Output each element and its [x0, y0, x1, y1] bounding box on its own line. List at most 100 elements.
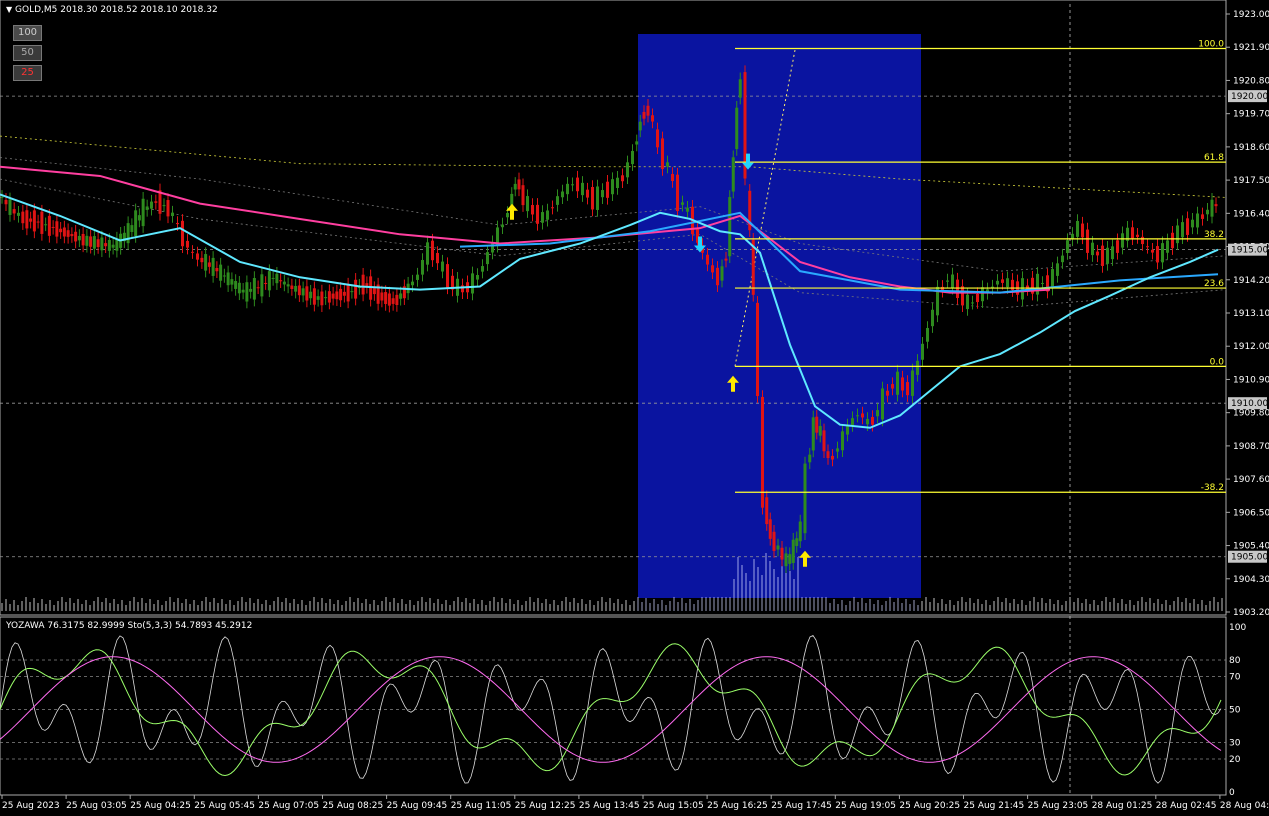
- candle-body: [309, 291, 313, 299]
- candle-body: [724, 258, 728, 261]
- candle-body: [581, 182, 584, 196]
- candle-body: [12, 209, 16, 214]
- candle-body: [335, 291, 339, 300]
- candle-body: [916, 360, 919, 375]
- candle-body: [1171, 232, 1174, 249]
- candle-body: [171, 212, 174, 217]
- candle-body: [818, 426, 822, 436]
- candle-body: [222, 275, 226, 277]
- candle-body: [911, 370, 914, 396]
- symbol-info: GOLD,M5 2018.30 2018.52 2018.10 2018.32: [15, 5, 218, 15]
- candle-body: [384, 292, 388, 304]
- candle-body: [1181, 222, 1184, 238]
- candle-body: [765, 497, 769, 525]
- fib-level-label: 23.6: [1204, 279, 1224, 289]
- zoom-50-button[interactable]: 50: [13, 45, 42, 61]
- price-axis-label: 1913.10: [1233, 309, 1269, 319]
- candle-body: [55, 221, 59, 237]
- candle-body: [77, 235, 81, 241]
- price-level-tag-label: 1910.00: [1231, 399, 1268, 409]
- candle-body: [399, 293, 403, 299]
- price-axis-label: 1905.40: [1233, 542, 1269, 552]
- candle-body: [107, 240, 111, 251]
- indicator-info: YOZAWA 76.3175 82.9999 Sto(5,3,3) 54.789…: [6, 621, 253, 631]
- candle-body: [976, 293, 979, 303]
- candle-body: [481, 266, 484, 272]
- candle-body: [200, 257, 204, 263]
- candle-body: [85, 235, 89, 246]
- zoom-25-button[interactable]: 25: [13, 65, 42, 81]
- price-axis-label: 1903.20: [1233, 608, 1269, 618]
- candle-body: [1166, 240, 1169, 253]
- time-axis-label: 25 Aug 08:25: [323, 801, 384, 811]
- candle-body: [851, 418, 854, 426]
- candle-body: [631, 150, 634, 165]
- candle-body: [331, 293, 335, 299]
- candle-body: [1106, 247, 1109, 264]
- candle-body: [4, 199, 8, 205]
- candle-body: [1056, 263, 1059, 276]
- candle-body: [191, 251, 194, 253]
- candle-body: [981, 287, 984, 302]
- candle-body: [271, 277, 275, 279]
- candle-body: [286, 284, 290, 287]
- candle-body: [866, 418, 869, 425]
- zoom-100-label: 100: [17, 27, 38, 38]
- candle-body: [772, 531, 776, 551]
- candle-body: [316, 296, 320, 300]
- candle-body: [506, 212, 509, 218]
- candle-body: [784, 553, 788, 567]
- candle-body: [237, 282, 241, 294]
- candle-body: [486, 252, 489, 265]
- candle-body: [886, 390, 889, 396]
- menu-triangle-icon[interactable]: ▼: [6, 5, 12, 14]
- candle-body: [1121, 233, 1124, 248]
- price-axis-label: 1906.50: [1233, 508, 1269, 518]
- price-axis-label: 1914.20: [1233, 276, 1269, 286]
- candle-body: [327, 291, 331, 303]
- oscillator-axis-label: 50: [1229, 706, 1241, 716]
- candle-body: [150, 201, 153, 209]
- candle-body: [716, 267, 719, 286]
- time-axis-label: 25 Aug 2023: [2, 801, 60, 811]
- candle-body: [926, 328, 929, 342]
- candle-body: [591, 186, 594, 210]
- candle-body: [846, 425, 849, 435]
- candle-body: [391, 298, 395, 304]
- candle-body: [372, 288, 376, 295]
- candle-body: [711, 265, 714, 273]
- candle-body: [946, 280, 949, 282]
- candle-body: [646, 105, 650, 116]
- candle-body: [761, 396, 764, 508]
- candle-body: [361, 274, 365, 295]
- fib-level-label: -38.2: [1201, 483, 1224, 493]
- candle-body: [1051, 269, 1054, 289]
- candle-body: [956, 279, 959, 299]
- candle-body: [134, 210, 138, 237]
- price-axis-label: 1923.00: [1233, 10, 1269, 20]
- candle-body: [290, 285, 294, 289]
- candle-body: [601, 190, 604, 198]
- price-axis-label: 1920.80: [1233, 76, 1269, 86]
- candle-body: [571, 184, 574, 186]
- zoom-25-label: 25: [21, 67, 34, 78]
- candle-body: [1131, 227, 1134, 239]
- candle-body: [219, 264, 223, 281]
- time-axis-label: 25 Aug 12:25: [515, 801, 576, 811]
- candle-body: [1176, 225, 1179, 244]
- candle-body: [89, 236, 93, 247]
- candle-body: [92, 236, 96, 249]
- zoom-100-button[interactable]: 100: [13, 25, 42, 41]
- candle-body: [145, 206, 149, 210]
- candle-body: [416, 274, 419, 280]
- time-axis-label: 25 Aug 13:45: [579, 801, 640, 811]
- candle-body: [166, 200, 170, 217]
- candle-body: [561, 191, 564, 198]
- fib-level-label: 0.0: [1210, 357, 1225, 367]
- candle-body: [586, 189, 589, 198]
- candle-body: [661, 138, 664, 169]
- candle-body: [70, 234, 74, 237]
- chart-canvas[interactable]: 100.0 61.8 38.2 23.6 0.0 -38.2 1923.00 1921.90 1…: [0, 0, 1269, 816]
- candle-body: [196, 253, 199, 260]
- price-axis-label: 1908.70: [1233, 442, 1269, 452]
